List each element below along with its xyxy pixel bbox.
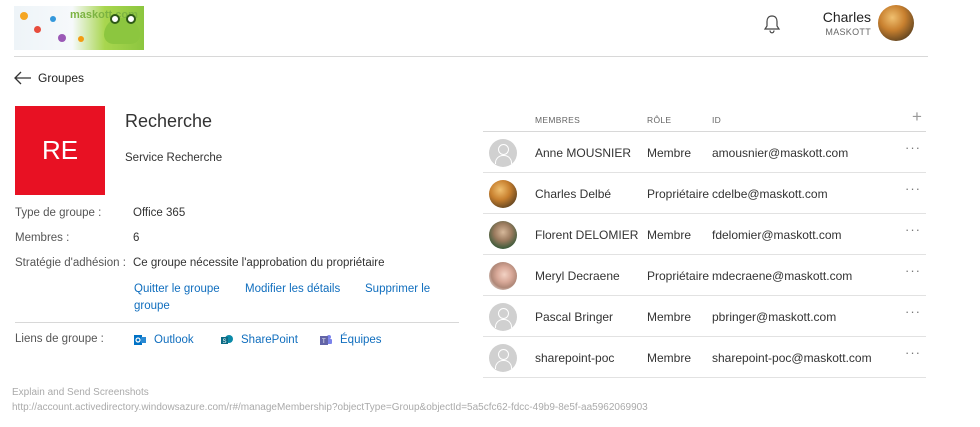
member-row[interactable]: Anne MOUSNIER Membre amousnier@maskott.c… bbox=[483, 132, 926, 173]
outlook-icon bbox=[134, 335, 146, 345]
back-label: Groupes bbox=[38, 71, 85, 85]
outlook-label: Outlook bbox=[154, 334, 194, 346]
member-row[interactable]: Pascal Bringer Membre pbringer@maskott.c… bbox=[483, 296, 926, 337]
member-id: sharepoint-poc@maskott.com bbox=[712, 351, 872, 365]
group-title: Recherche bbox=[125, 111, 213, 131]
member-id: cdelbe@maskott.com bbox=[712, 187, 828, 201]
column-header-members[interactable]: MEMBRES bbox=[535, 115, 580, 125]
logo-decoration bbox=[78, 36, 84, 42]
member-avatar-photo bbox=[489, 262, 517, 290]
outlook-link[interactable]: Outlook bbox=[134, 332, 194, 348]
user-avatar[interactable] bbox=[878, 5, 914, 41]
column-header-role[interactable]: RÔLE bbox=[647, 115, 671, 125]
member-avatar-photo bbox=[489, 221, 517, 249]
delete-group-line2: groupe bbox=[134, 300, 170, 312]
member-role: Membre bbox=[647, 351, 692, 365]
group-tile: RE bbox=[15, 106, 105, 195]
member-id: fdelomier@maskott.com bbox=[712, 228, 842, 242]
screenshot-tool-caption: Explain and Send Screenshots bbox=[12, 387, 149, 398]
group-type-value: Office 365 bbox=[133, 207, 186, 219]
member-avatar-placeholder-icon bbox=[489, 139, 517, 167]
more-options-icon[interactable]: ··· bbox=[902, 304, 924, 324]
member-name: sharepoint-poc bbox=[535, 351, 615, 365]
more-options-icon[interactable]: ··· bbox=[902, 345, 924, 365]
member-avatar-photo bbox=[489, 180, 517, 208]
member-name: Meryl Decraene bbox=[535, 269, 620, 283]
member-avatar-placeholder-icon bbox=[489, 303, 517, 331]
leave-group-link[interactable]: Quitter le groupe bbox=[134, 281, 220, 297]
sharepoint-icon: S bbox=[221, 335, 233, 345]
user-organization: MASKOTT bbox=[825, 27, 871, 37]
header-divider bbox=[14, 56, 928, 57]
group-initials: RE bbox=[41, 135, 79, 165]
page-url-caption: http://account.activedirectory.windowsaz… bbox=[12, 402, 648, 413]
members-count-label: Membres : bbox=[15, 232, 70, 244]
member-name: Anne MOUSNIER bbox=[535, 146, 632, 160]
member-row[interactable]: sharepoint-poc Membre sharepoint-poc@mas… bbox=[483, 337, 926, 378]
svg-text:S: S bbox=[223, 339, 227, 345]
member-id: amousnier@maskott.com bbox=[712, 146, 849, 160]
member-row[interactable]: Charles Delbé Propriétaire cdelbe@maskot… bbox=[483, 173, 926, 214]
member-role: Membre bbox=[647, 146, 692, 160]
user-name: Charles bbox=[822, 9, 871, 25]
sharepoint-label: SharePoint bbox=[241, 334, 298, 346]
logo-decoration bbox=[34, 26, 41, 33]
group-links-label: Liens de groupe : bbox=[15, 333, 104, 345]
teams-label: Équipes bbox=[340, 334, 382, 346]
group-description: Service Recherche bbox=[125, 152, 223, 164]
member-row[interactable]: Florent DELOMIER Membre fdelomier@maskot… bbox=[483, 214, 926, 255]
logo-frog-eye bbox=[126, 14, 136, 24]
edit-details-link[interactable]: Modifier les détails bbox=[245, 281, 340, 297]
add-member-button[interactable]: + bbox=[909, 108, 925, 126]
maskott-logo[interactable]: maskott.com bbox=[14, 6, 144, 50]
svg-text:T: T bbox=[322, 339, 326, 345]
arrow-left-icon bbox=[14, 71, 31, 85]
member-name: Florent DELOMIER bbox=[535, 228, 639, 242]
more-options-icon[interactable]: ··· bbox=[902, 140, 924, 160]
section-divider bbox=[15, 322, 459, 323]
teams-icon: T bbox=[320, 335, 332, 345]
more-options-icon[interactable]: ··· bbox=[902, 222, 924, 242]
logo-frog-eye bbox=[110, 14, 120, 24]
logo-decoration bbox=[20, 12, 28, 20]
logo-decoration bbox=[58, 34, 66, 42]
member-avatar-placeholder-icon bbox=[489, 344, 517, 372]
delete-group-line1: Supprimer le bbox=[365, 283, 431, 295]
column-header-id[interactable]: ID bbox=[712, 115, 721, 125]
members-count-value: 6 bbox=[133, 232, 140, 244]
member-id: mdecraene@maskott.com bbox=[712, 269, 853, 283]
member-id: pbringer@maskott.com bbox=[712, 310, 837, 324]
sharepoint-link[interactable]: S SharePoint bbox=[221, 332, 298, 348]
logo-decoration bbox=[50, 16, 56, 22]
member-name: Charles Delbé bbox=[535, 187, 612, 201]
more-options-icon[interactable]: ··· bbox=[902, 181, 924, 201]
group-type-label: Type de groupe : bbox=[15, 207, 102, 219]
notifications-bell-icon[interactable] bbox=[763, 14, 781, 34]
member-role: Propriétaire bbox=[647, 187, 710, 201]
member-row[interactable]: Meryl Decraene Propriétaire mdecraene@ma… bbox=[483, 255, 926, 296]
membership-policy-value: Ce groupe nécessite l'approbation du pro… bbox=[133, 257, 385, 269]
member-role: Propriétaire bbox=[647, 269, 710, 283]
teams-link[interactable]: T Équipes bbox=[320, 332, 382, 348]
more-options-icon[interactable]: ··· bbox=[902, 263, 924, 283]
membership-policy-label: Stratégie d'adhésion : bbox=[15, 257, 126, 269]
member-role: Membre bbox=[647, 310, 692, 324]
member-role: Membre bbox=[647, 228, 692, 242]
member-name: Pascal Bringer bbox=[535, 310, 614, 324]
back-to-groups-link[interactable]: Groupes bbox=[14, 69, 84, 87]
